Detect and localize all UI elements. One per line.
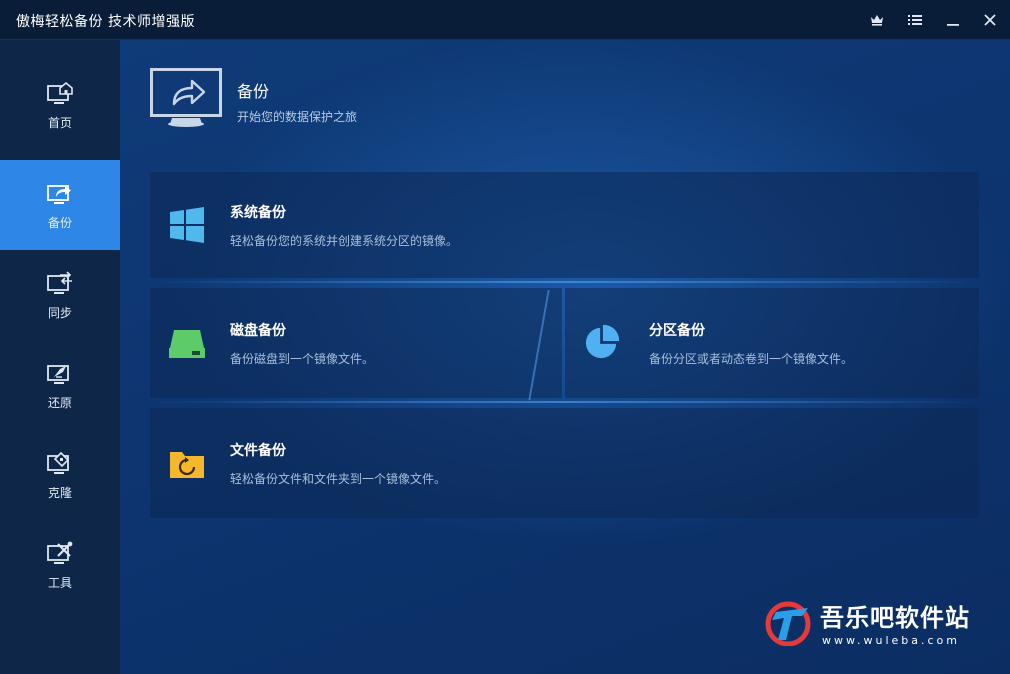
sidebar-item-backup[interactable]: 备份 [0, 160, 120, 250]
sidebar-item-home[interactable]: 首页 [0, 60, 120, 150]
list-menu-icon [908, 15, 922, 25]
sidebar-item-label: 同步 [47, 305, 72, 320]
minimize-icon [947, 24, 959, 26]
partition-backup-card[interactable]: 分区备份 备份分区或者动态卷到一个镜像文件。 [565, 288, 979, 398]
partition-backup-desc: 备份分区或者动态卷到一个镜像文件。 [649, 352, 854, 366]
sidebar: 首页 备份 同步 还原 克隆 工具 [0, 40, 120, 674]
watermark-title: 吾乐吧软件站 [820, 604, 970, 632]
tools-monitor-icon [47, 541, 73, 564]
system-backup-card[interactable]: 系统备份 轻松备份您的系统并创建系统分区的镜像。 [150, 172, 979, 278]
title-bar: 傲梅轻松备份 技术师增强版 [0, 0, 1010, 40]
page-subtitle: 开始您的数据保护之旅 [237, 110, 358, 124]
sidebar-item-label: 工具 [47, 575, 72, 590]
system-backup-title: 系统备份 [230, 205, 286, 221]
upgrade-button[interactable] [864, 8, 890, 32]
disk-backup-desc: 备份磁盘到一个镜像文件。 [230, 352, 375, 366]
main-content: 备份 开始您的数据保护之旅 系统备份 轻松备份您的系统并创建系统分区的镜像。 磁… [120, 40, 1010, 674]
folder-refresh-icon [170, 452, 204, 478]
watermark-logo-icon [765, 601, 811, 646]
windows-icon [170, 207, 204, 243]
menu-button[interactable] [902, 8, 928, 32]
close-icon [984, 14, 996, 26]
file-backup-desc: 轻松备份文件和文件夹到一个镜像文件。 [230, 472, 447, 486]
disk-backup-card[interactable]: 磁盘备份 备份磁盘到一个镜像文件。 [150, 288, 562, 398]
sidebar-item-label: 还原 [47, 395, 72, 410]
backup-monitor-icon [47, 184, 71, 204]
minimize-button[interactable] [940, 8, 966, 32]
clone-monitor-icon [47, 451, 70, 474]
crown-icon [871, 15, 883, 26]
divider [150, 401, 979, 403]
close-button[interactable] [977, 8, 1003, 32]
home-monitor-icon [47, 81, 73, 104]
window-title: 傲梅轻松备份 技术师增强版 [16, 14, 195, 30]
page-title: 备份 [237, 82, 270, 101]
sidebar-item-sync[interactable]: 同步 [0, 250, 120, 340]
sidebar-item-label: 克隆 [47, 485, 72, 500]
disk-backup-title: 磁盘备份 [230, 323, 286, 339]
sidebar-item-restore[interactable]: 还原 [0, 340, 120, 430]
backup-monitor-large-icon [150, 68, 222, 127]
sidebar-item-label: 首页 [47, 115, 72, 130]
disk-drive-icon [169, 330, 205, 358]
restore-monitor-icon [47, 364, 69, 384]
file-backup-title: 文件备份 [230, 443, 286, 459]
pie-partition-icon [585, 324, 620, 359]
sidebar-item-tools[interactable]: 工具 [0, 520, 120, 610]
watermark-url: www.wuleba.com [822, 634, 960, 647]
partition-backup-title: 分区备份 [649, 323, 705, 339]
sidebar-item-label: 备份 [47, 215, 72, 230]
sync-monitor-icon [47, 270, 72, 294]
sidebar-item-clone[interactable]: 克隆 [0, 430, 120, 520]
file-backup-card[interactable]: 文件备份 轻松备份文件和文件夹到一个镜像文件。 [150, 408, 979, 518]
system-backup-desc: 轻松备份您的系统并创建系统分区的镜像。 [230, 234, 459, 248]
divider [150, 281, 979, 283]
watermark: 吾乐吧软件站 www.wuleba.com [762, 596, 1002, 656]
